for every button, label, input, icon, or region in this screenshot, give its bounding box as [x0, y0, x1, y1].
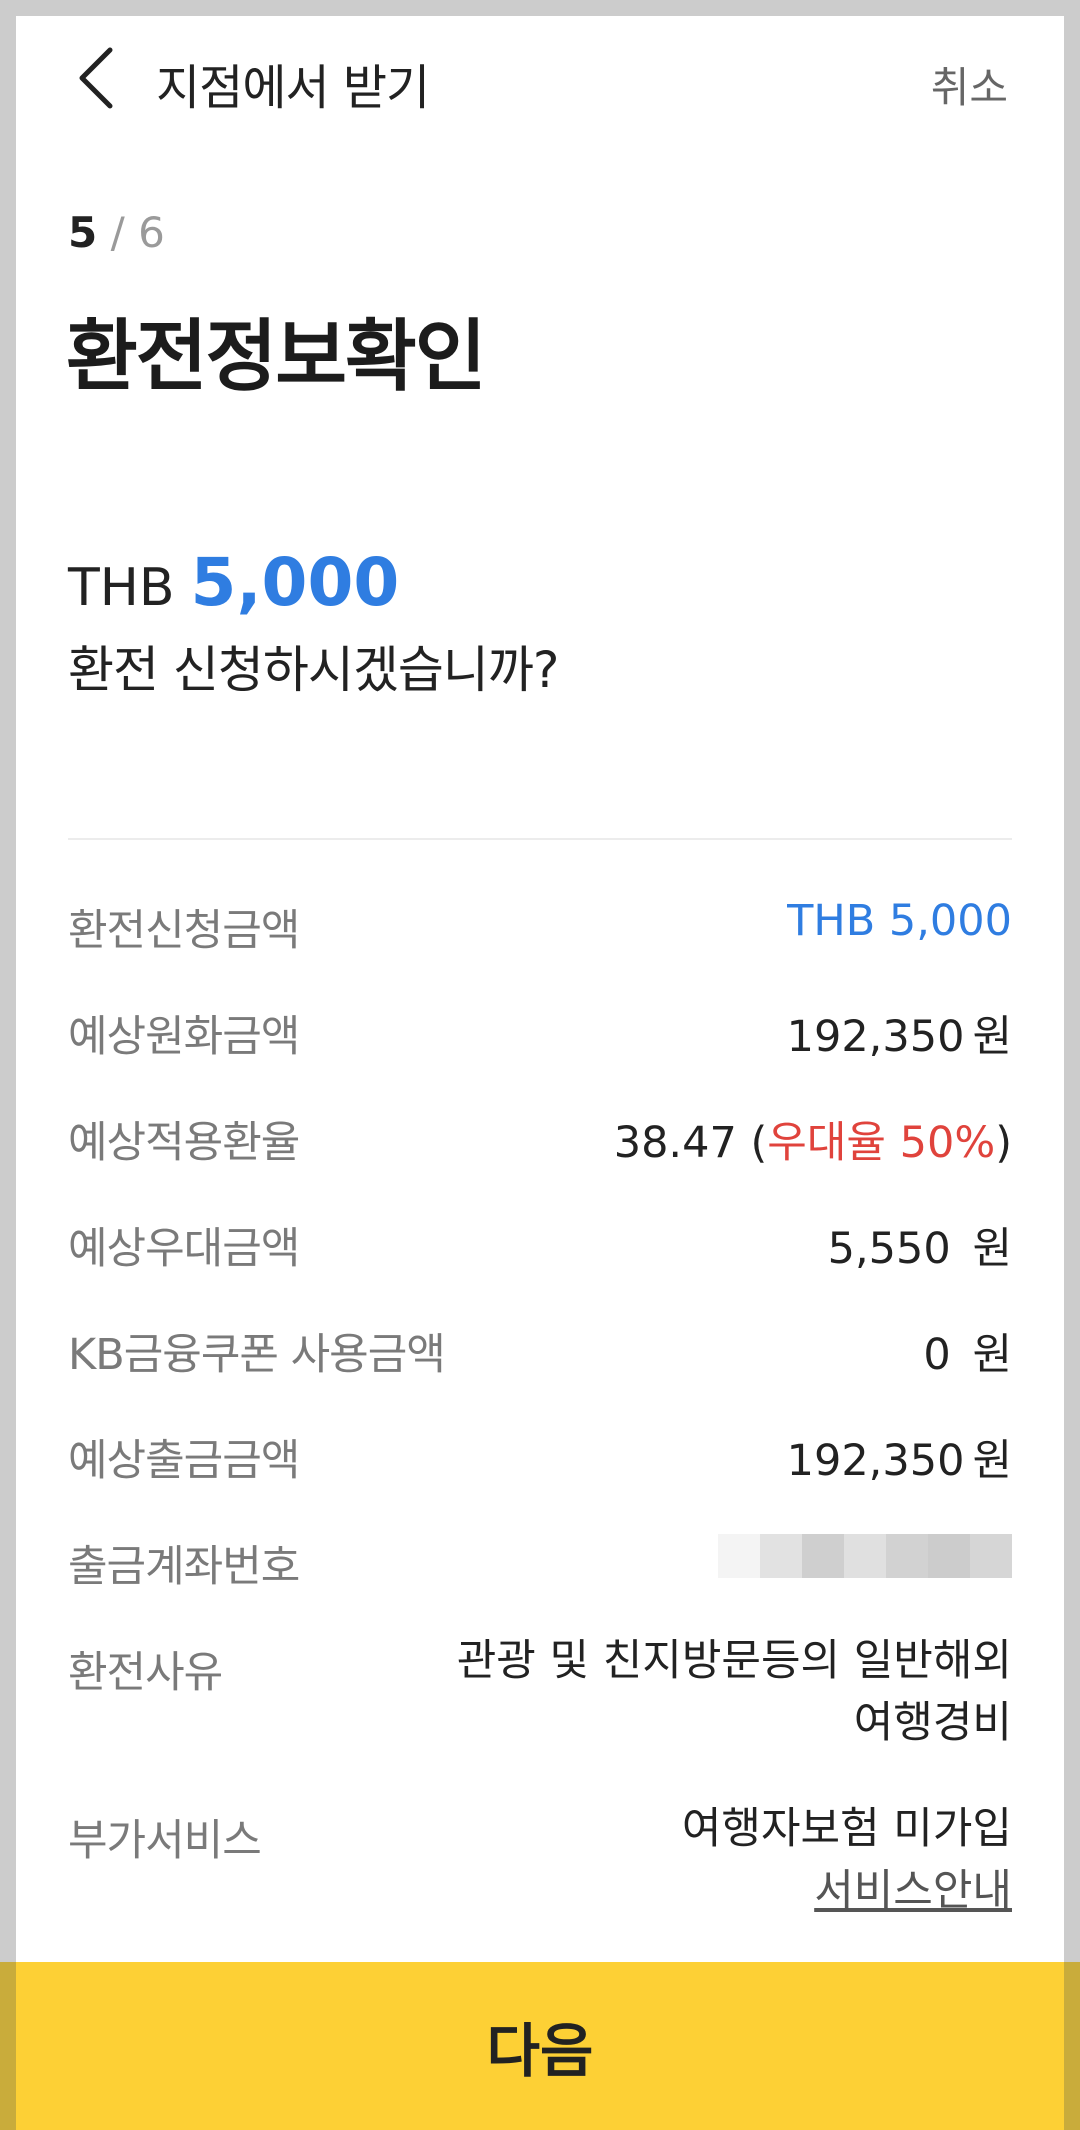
- step-total: 6: [138, 208, 165, 257]
- rate-number: 38.47: [613, 1118, 737, 1168]
- rate-open-paren: (: [750, 1118, 768, 1168]
- row-label: 예상원화금액: [68, 1012, 300, 1062]
- addon-status: 여행자보험 미가입: [681, 1804, 1012, 1854]
- back-button[interactable]: [66, 38, 126, 118]
- row-label: 예상출금금액: [68, 1436, 300, 1486]
- reason-line-1: 관광 및 친지방문등의 일반해외: [456, 1636, 1012, 1686]
- expected-krw-number: 192,350: [786, 1012, 965, 1062]
- unit: 원: [972, 1012, 1012, 1062]
- screen: 지점에서 받기 취소 5 / 6 환전정보확인 THB 5,000 환전 신청하…: [16, 16, 1064, 2130]
- page-title: 환전정보확인: [66, 312, 487, 402]
- confirm-question: 환전 신청하시겠습니까?: [68, 641, 559, 699]
- expected-krw-value: 192,350 원: [787, 1002, 1012, 1064]
- row-label: 예상적용환율: [68, 1118, 300, 1168]
- row-label: KB금융쿠폰 사용금액: [68, 1330, 446, 1380]
- expected-rate-value: 38.47 (우대율 50%): [614, 1108, 1012, 1170]
- masked-account-number: [718, 1534, 1012, 1578]
- reason-line-2: 여행경비: [853, 1698, 1012, 1748]
- amount-summary: THB 5,000: [68, 544, 399, 621]
- chevron-left-icon: [79, 47, 113, 109]
- reason-value: 관광 및 친지방문등의 일반해외 여행경비: [457, 1636, 1012, 1754]
- pref-value: 50: [899, 1118, 955, 1168]
- discount-number: 5,550: [827, 1224, 951, 1274]
- unit: 원: [972, 1436, 1012, 1486]
- unit: 원: [972, 1224, 1012, 1274]
- divider: [68, 838, 1012, 840]
- pref-unit: %: [954, 1118, 996, 1168]
- amount-value: 5,000: [190, 544, 400, 621]
- rate-close-paren: ): [995, 1118, 1012, 1168]
- row-label: 예상우대금액: [68, 1224, 300, 1274]
- step-indicator: 5 / 6: [68, 208, 165, 257]
- row-label: 출금계좌번호: [68, 1542, 300, 1592]
- row-label: 부가서비스: [68, 1816, 262, 1866]
- button-edge-right: [1064, 1962, 1080, 2130]
- cancel-button[interactable]: 취소: [931, 54, 1008, 115]
- addon-value: 여행자보험 미가입 서비스안내: [682, 1804, 1012, 1922]
- header: 지점에서 받기 취소: [16, 16, 1064, 136]
- coupon-value: 0 원: [923, 1320, 1012, 1382]
- service-info-link[interactable]: 서비스안내: [682, 1860, 1012, 1922]
- row-label: 환전신청금액: [68, 906, 300, 956]
- expected-discount-value: 5,550 원: [828, 1214, 1012, 1276]
- coupon-number: 0: [923, 1330, 951, 1380]
- step-separator: /: [110, 208, 125, 257]
- amount-currency: THB: [68, 558, 175, 618]
- button-edge-left: [0, 1962, 16, 2130]
- step-current: 5: [68, 208, 98, 257]
- expected-withdraw-value: 192,350 원: [787, 1426, 1012, 1488]
- withdraw-number: 192,350: [786, 1436, 965, 1486]
- next-button[interactable]: 다음: [0, 1962, 1080, 2130]
- request-amount-value: THB 5,000: [787, 896, 1012, 946]
- header-title: 지점에서 받기: [156, 60, 430, 116]
- pref-label: 우대율: [767, 1118, 886, 1168]
- next-button-label: 다음: [486, 2017, 594, 2085]
- unit: 원: [972, 1330, 1012, 1380]
- row-label: 환전사유: [68, 1648, 223, 1698]
